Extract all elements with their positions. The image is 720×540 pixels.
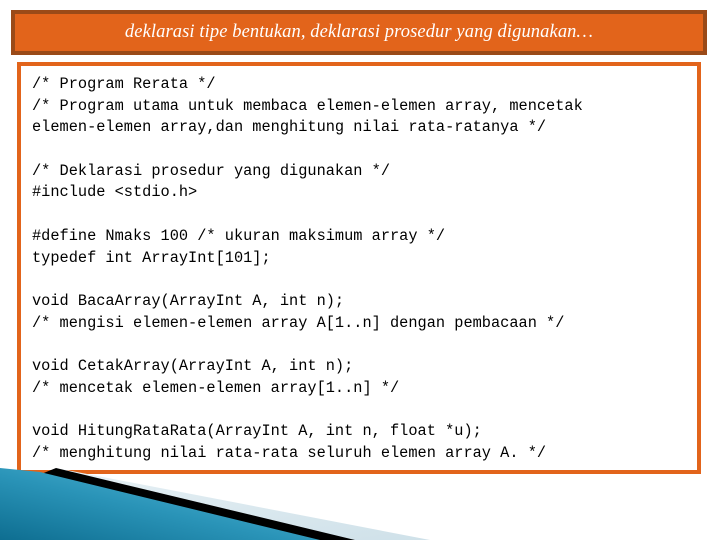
code-line: elemen-elemen array,dan menghitung nilai… xyxy=(32,118,547,137)
code-line: #include <stdio.h> xyxy=(32,183,198,202)
code-line: void HitungRataRata(ArrayInt A, int n, f… xyxy=(32,422,482,440)
code-line: void BacaArray(ArrayInt A, int n); xyxy=(32,291,345,310)
code-listing-text: /* Program Rerata */ /* Program utama unt… xyxy=(32,74,695,464)
decoration-triangles xyxy=(0,468,430,540)
code-line: /* mengisi elemen-elemen array A[1..n] d… xyxy=(32,313,565,332)
code-line: #define Nmaks 100 /* ukuran maksimum arr… xyxy=(32,226,446,245)
code-line: void CetakArray(ArrayInt A, int n); xyxy=(32,356,354,375)
code-line: /* Deklarasi prosedur yang digunakan */ xyxy=(32,161,391,180)
code-line: /* Program Rerata */ xyxy=(32,75,216,93)
slide-title-bar: deklarasi tipe bentukan, deklarasi prose… xyxy=(11,10,707,55)
slide-canvas: deklarasi tipe bentukan, deklarasi prose… xyxy=(0,0,720,540)
code-line: typedef int ArrayInt[101]; xyxy=(32,248,271,267)
decoration-teal-wedge xyxy=(0,468,320,540)
slide-title-text: deklarasi tipe bentukan, deklarasi prose… xyxy=(124,21,594,42)
code-listing-box: /* Program Rerata */ /* Program utama unt… xyxy=(17,62,701,474)
code-line: /* Program utama untuk membaca elemen-el… xyxy=(32,96,583,115)
bottom-decoration xyxy=(0,460,720,540)
code-line: /* mencetak elemen-elemen array[1..n] */ xyxy=(32,378,400,397)
